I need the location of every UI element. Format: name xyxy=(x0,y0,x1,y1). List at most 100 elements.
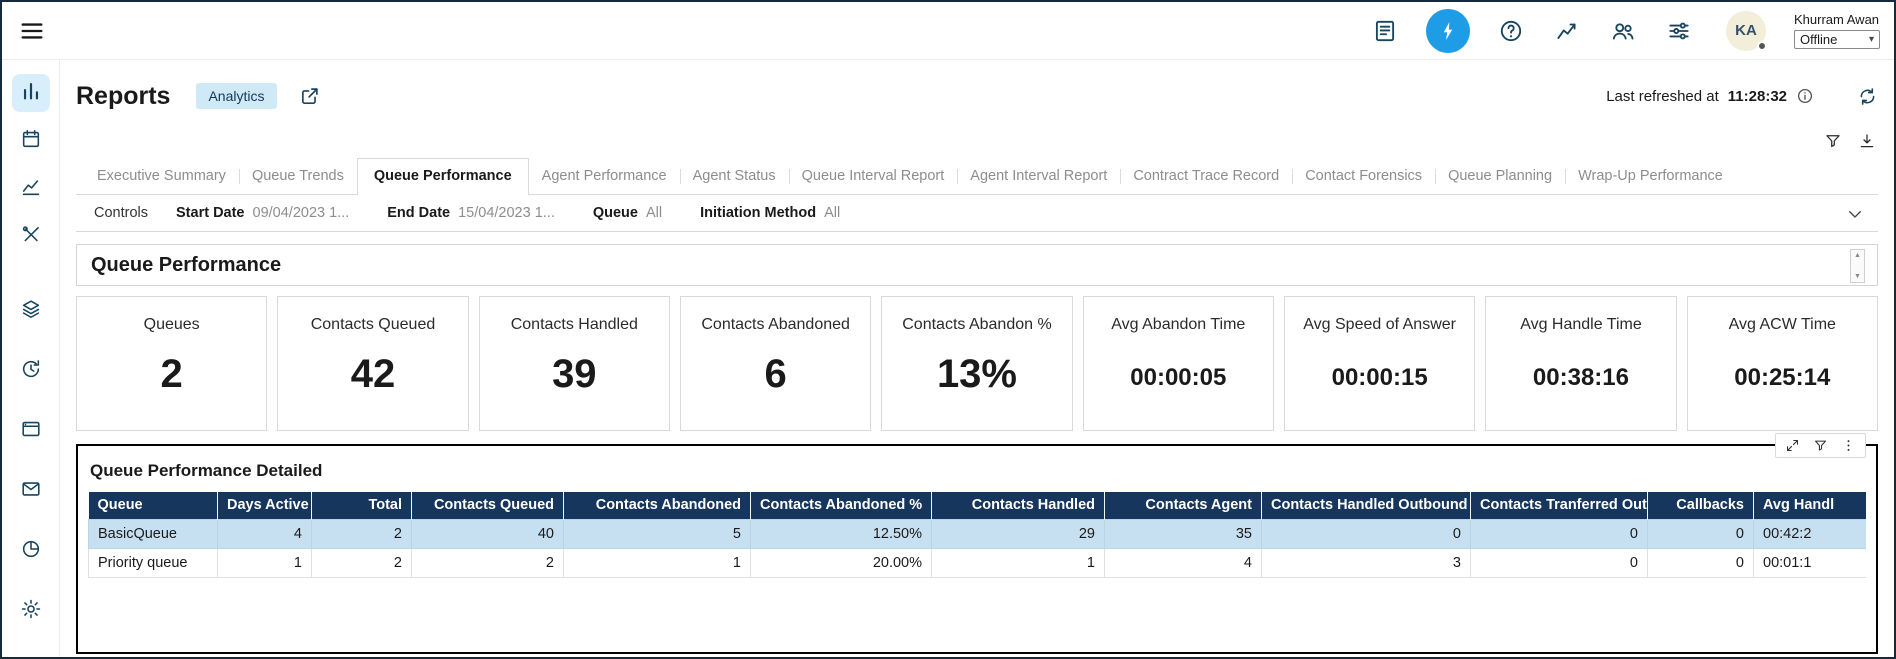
column-header-contacts-agent[interactable]: Contacts Agent xyxy=(1105,492,1262,519)
main-content: Reports Analytics Last refreshed at 11:2… xyxy=(60,60,1894,657)
table-cell: BasicQueue xyxy=(89,519,218,548)
last-refreshed-label: Last refreshed at xyxy=(1606,88,1719,105)
external-link-icon[interactable] xyxy=(299,85,321,107)
download-icon[interactable] xyxy=(1858,132,1876,150)
tab-agent-status[interactable]: Agent Status xyxy=(680,159,789,194)
expand-icon[interactable] xyxy=(1785,438,1800,453)
agent-status-select[interactable]: Offline ▾ xyxy=(1794,30,1880,49)
browser-window-icon xyxy=(20,418,42,445)
report-tabs: Executive SummaryQueue TrendsQueue Perfo… xyxy=(76,158,1878,194)
sidebar-item-pie-chart[interactable] xyxy=(12,532,50,570)
column-header-days-active[interactable]: Days Active xyxy=(218,492,312,519)
sidebar-item-history[interactable] xyxy=(12,352,50,390)
sidebar-item-browser-window[interactable] xyxy=(12,412,50,450)
tab-contact-forensics[interactable]: Contact Forensics xyxy=(1292,159,1435,194)
users-icon[interactable] xyxy=(1608,16,1638,46)
column-header-avg-handl[interactable]: Avg Handl xyxy=(1754,492,1867,519)
metrics-icon[interactable] xyxy=(1552,16,1582,46)
sidebar-item-bar-chart[interactable] xyxy=(12,74,50,112)
column-header-contacts-handled[interactable]: Contacts Handled xyxy=(932,492,1105,519)
table-row[interactable]: Priority queue122120.00%1430000:01:1 xyxy=(89,548,1867,577)
control-end-date[interactable]: End Date15/04/2023 1... xyxy=(387,205,555,221)
gear-icon xyxy=(20,598,42,625)
table-cell: 1 xyxy=(932,548,1105,577)
kpi-label: Contacts Queued xyxy=(278,316,467,334)
kpi-cards: Queues2Contacts Queued42Contacts Handled… xyxy=(76,296,1878,431)
help-icon[interactable] xyxy=(1496,16,1526,46)
controls-fields: Start Date09/04/2023 1... End Date15/04/2… xyxy=(176,205,840,221)
pie-chart-icon xyxy=(20,538,42,565)
user-block: Khurram Awan Offline ▾ xyxy=(1794,12,1880,49)
kpi-avg-speed-of-answer: Avg Speed of Answer00:00:15 xyxy=(1284,296,1475,431)
column-header-queue[interactable]: Queue xyxy=(89,492,218,519)
panel-toolbar xyxy=(1775,433,1866,458)
kpi-value: 13% xyxy=(882,352,1071,397)
scroll-down-icon: ▼ xyxy=(1854,273,1861,280)
sidebar-item-line-chart[interactable] xyxy=(12,170,50,208)
tab-queue-interval-report[interactable]: Queue Interval Report xyxy=(789,159,958,194)
kpi-value: 6 xyxy=(681,352,870,397)
control-value: All xyxy=(824,205,840,221)
collapse-chevron-icon[interactable] xyxy=(1846,205,1864,223)
tab-contract-trace-record[interactable]: Contract Trace Record xyxy=(1120,159,1292,194)
table-row[interactable]: BasicQueue4240512.50%293500000:42:2 xyxy=(89,519,1867,548)
tab-agent-interval-report[interactable]: Agent Interval Report xyxy=(957,159,1120,194)
kpi-value: 00:00:05 xyxy=(1084,364,1273,392)
kpi-contacts-handled: Contacts Handled39 xyxy=(479,296,670,431)
filter-icon[interactable] xyxy=(1824,132,1842,150)
tab-queue-trends[interactable]: Queue Trends xyxy=(239,159,357,194)
column-header-contacts-tranferred-out[interactable]: Contacts Tranferred Out xyxy=(1471,492,1648,519)
control-queue[interactable]: QueueAll xyxy=(593,205,662,221)
column-header-contacts-handled-outbound[interactable]: Contacts Handled Outbound xyxy=(1262,492,1471,519)
table-cell: 5 xyxy=(564,519,751,548)
kpi-contacts-abandon: Contacts Abandon %13% xyxy=(881,296,1072,431)
agent-status-value: Offline xyxy=(1800,32,1837,47)
sidebar-item-tools[interactable] xyxy=(12,218,50,256)
calendar-icon xyxy=(20,128,42,155)
kpi-contacts-abandoned: Contacts Abandoned 6 xyxy=(680,296,871,431)
refresh-icon[interactable] xyxy=(1857,86,1878,107)
table-cell: 0 xyxy=(1648,548,1754,577)
page-title: Reports xyxy=(76,82,170,111)
column-header-callbacks[interactable]: Callbacks xyxy=(1648,492,1754,519)
app-window: KA Khurram Awan Offline ▾ Reports Analyt… xyxy=(0,0,1896,659)
tools-icon xyxy=(20,224,42,251)
table-cell: 0 xyxy=(1471,519,1648,548)
kpi-label: Contacts Abandoned xyxy=(681,316,870,334)
lightning-icon[interactable] xyxy=(1426,9,1470,53)
table-cell: 0 xyxy=(1471,548,1648,577)
user-name: Khurram Awan xyxy=(1794,12,1880,27)
kpi-value: 00:38:16 xyxy=(1486,364,1675,392)
table-cell: 2 xyxy=(412,548,564,577)
tab-queue-planning[interactable]: Queue Planning xyxy=(1435,159,1565,194)
tab-wrap-up-performance[interactable]: Wrap-Up Performance xyxy=(1565,159,1736,194)
tab-agent-performance[interactable]: Agent Performance xyxy=(529,159,680,194)
filter-icon[interactable] xyxy=(1813,438,1828,453)
sidebar-item-email[interactable] xyxy=(12,472,50,510)
kpi-value: 2 xyxy=(77,352,266,397)
info-icon[interactable] xyxy=(1796,87,1814,105)
topbar-icon-group xyxy=(1370,9,1694,53)
sliders-icon[interactable] xyxy=(1664,16,1694,46)
tab-queue-performance[interactable]: Queue Performance xyxy=(357,158,529,195)
notepad-icon[interactable] xyxy=(1370,16,1400,46)
avatar[interactable]: KA xyxy=(1726,11,1766,51)
column-header-contacts-abandoned[interactable]: Contacts Abandoned % xyxy=(751,492,932,519)
table-cell: 0 xyxy=(1262,519,1471,548)
control-initiation-method[interactable]: Initiation MethodAll xyxy=(700,205,840,221)
table-cell: 1 xyxy=(564,548,751,577)
column-header-total[interactable]: Total xyxy=(312,492,412,519)
sidebar-item-gear[interactable] xyxy=(12,592,50,630)
control-start-date[interactable]: Start Date09/04/2023 1... xyxy=(176,205,349,221)
kebab-icon[interactable] xyxy=(1841,438,1856,453)
tab-executive-summary[interactable]: Executive Summary xyxy=(84,159,239,194)
sidebar-item-calendar[interactable] xyxy=(12,122,50,160)
scrollbar[interactable]: ▲ ▼ xyxy=(1850,249,1865,283)
column-header-contacts-queued[interactable]: Contacts Queued xyxy=(412,492,564,519)
kpi-value: 00:00:15 xyxy=(1285,364,1474,392)
hamburger-menu-icon[interactable] xyxy=(18,17,46,45)
column-header-contacts-abandoned[interactable]: Contacts Abandoned xyxy=(564,492,751,519)
kpi-label: Avg Abandon Time xyxy=(1084,316,1273,334)
sidebar-item-layers[interactable] xyxy=(12,292,50,330)
kpi-value: 39 xyxy=(480,352,669,397)
